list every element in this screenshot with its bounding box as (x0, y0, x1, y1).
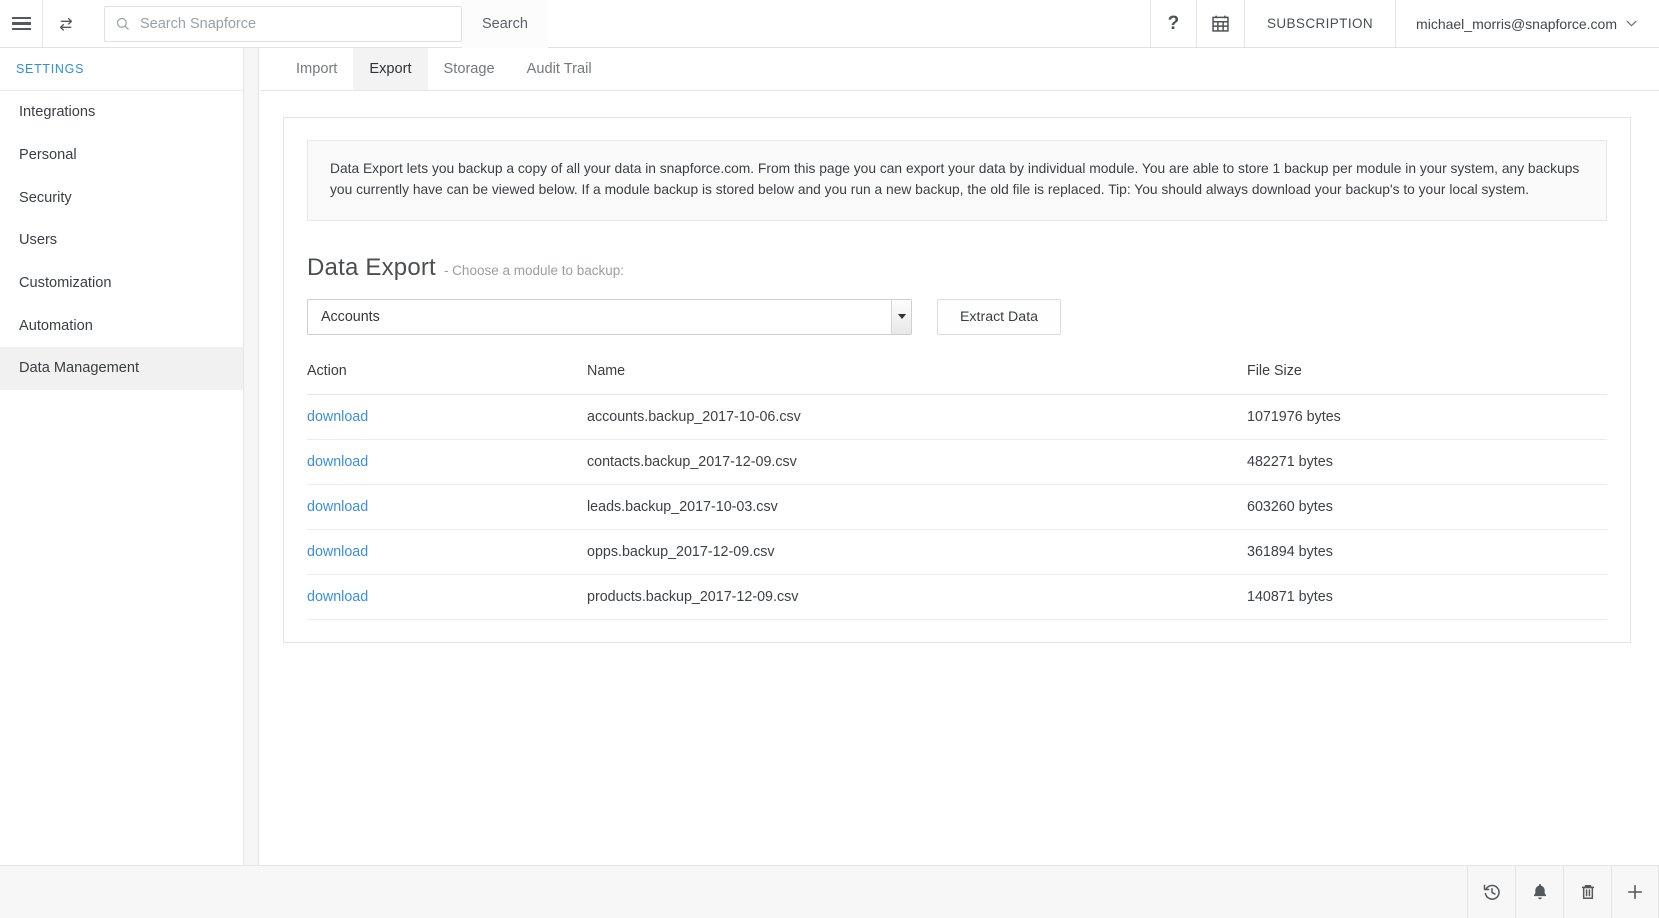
cell-file-size: 140871 bytes (1247, 574, 1607, 619)
table-row: download leads.backup_2017-10-03.csv 603… (307, 484, 1607, 529)
bell-icon (1530, 882, 1550, 902)
info-banner: Data Export lets you backup a copy of al… (307, 140, 1607, 221)
hamburger-icon (12, 17, 31, 31)
add-button[interactable] (1611, 866, 1659, 918)
top-bar: Search ? SUBSCRIPTION michael_morris@sna… (0, 0, 1659, 48)
cell-action: download (307, 574, 587, 619)
settings-sidebar: SETTINGS Integrations Personal Security … (0, 48, 244, 865)
sidebar-item-label: Security (19, 190, 72, 206)
cell-action: download (307, 394, 587, 439)
download-link[interactable]: download (307, 544, 368, 560)
search-area (88, 0, 462, 47)
table-header-row: Action Name File Size (307, 363, 1607, 395)
user-menu[interactable]: michael_morris@snapforce.com (1395, 0, 1659, 47)
sidebar-gutter (244, 48, 259, 865)
sidebar-item-label: Users (19, 232, 57, 248)
sidebar-item-automation[interactable]: Automation (0, 304, 243, 347)
cell-file-size: 1071976 bytes (1247, 394, 1607, 439)
cell-action: download (307, 529, 587, 574)
topbar-spacer (548, 0, 1150, 47)
help-button[interactable]: ? (1150, 0, 1196, 47)
search-input[interactable] (140, 16, 451, 32)
sidebar-item-integrations[interactable]: Integrations (0, 91, 243, 134)
history-button[interactable] (1467, 866, 1515, 918)
module-select-wrapper: Accounts (307, 299, 912, 335)
trash-button[interactable] (1563, 866, 1611, 918)
table-row: download opps.backup_2017-12-09.csv 3618… (307, 529, 1607, 574)
plus-icon (1625, 882, 1645, 902)
sidebar-item-customization[interactable]: Customization (0, 262, 243, 305)
cell-file-size: 603260 bytes (1247, 484, 1607, 529)
cell-action: download (307, 484, 587, 529)
cell-name: opps.backup_2017-12-09.csv (587, 529, 1247, 574)
sidebar-item-label: Integrations (19, 104, 95, 120)
tab-export[interactable]: Export (353, 48, 427, 90)
menu-button[interactable] (0, 0, 42, 47)
switch-app-button[interactable] (42, 0, 88, 47)
tab-audit-trail[interactable]: Audit Trail (511, 48, 608, 90)
download-link[interactable]: download (307, 454, 368, 470)
chevron-down-icon (1626, 20, 1637, 27)
extract-data-button[interactable]: Extract Data (937, 299, 1061, 335)
module-select[interactable]: Accounts (307, 299, 912, 335)
cell-name: leads.backup_2017-10-03.csv (587, 484, 1247, 529)
sidebar-item-label: Personal (19, 147, 77, 163)
swap-horizontal-icon (56, 16, 76, 32)
main-content: Import Export Storage Audit Trail Data E… (260, 48, 1659, 865)
tab-import[interactable]: Import (280, 48, 353, 90)
sidebar-item-label: Data Management (19, 360, 139, 376)
download-link[interactable]: download (307, 589, 368, 605)
bottom-toolbar (0, 865, 1659, 918)
table-row: download contacts.backup_2017-12-09.csv … (307, 439, 1607, 484)
cell-file-size: 361894 bytes (1247, 529, 1607, 574)
column-header-action: Action (307, 363, 587, 395)
search-icon (115, 16, 130, 31)
trash-icon (1578, 882, 1598, 902)
calendar-button[interactable] (1196, 0, 1244, 47)
cell-action: download (307, 439, 587, 484)
sidebar-item-personal[interactable]: Personal (0, 134, 243, 177)
download-link[interactable]: download (307, 409, 368, 425)
sidebar-item-users[interactable]: Users (0, 219, 243, 262)
cell-name: accounts.backup_2017-10-06.csv (587, 394, 1247, 439)
sidebar-item-label: Customization (19, 275, 111, 291)
cell-name: products.backup_2017-12-09.csv (587, 574, 1247, 619)
history-icon (1482, 882, 1502, 902)
sidebar-item-data-management[interactable]: Data Management (0, 347, 243, 390)
table-row: download accounts.backup_2017-10-06.csv … (307, 394, 1607, 439)
user-email-label: michael_morris@snapforce.com (1416, 16, 1617, 32)
cell-file-size: 482271 bytes (1247, 439, 1607, 484)
sidebar-item-security[interactable]: Security (0, 176, 243, 219)
column-header-file-size: File Size (1247, 363, 1607, 395)
section-heading: Data Export - Choose a module to backup: (307, 254, 1630, 282)
search-button[interactable]: Search (462, 0, 548, 48)
export-controls: Accounts Extract Data (307, 299, 1630, 335)
subscription-button[interactable]: SUBSCRIPTION (1244, 0, 1395, 47)
download-link[interactable]: download (307, 499, 368, 515)
calendar-icon (1210, 13, 1231, 34)
notifications-button[interactable] (1515, 866, 1563, 918)
page-title: Data Export (307, 254, 436, 282)
table-row: download products.backup_2017-12-09.csv … (307, 574, 1607, 619)
search-box[interactable] (104, 6, 462, 42)
sidebar-item-label: Automation (19, 318, 93, 334)
data-management-tabs: Import Export Storage Audit Trail (260, 48, 1659, 91)
column-header-name: Name (587, 363, 1247, 395)
question-mark-icon: ? (1168, 13, 1180, 35)
sidebar-header: SETTINGS (0, 48, 243, 91)
page-subtitle: - Choose a module to backup: (444, 263, 624, 278)
table-body: download accounts.backup_2017-10-06.csv … (307, 394, 1607, 619)
cell-name: contacts.backup_2017-12-09.csv (587, 439, 1247, 484)
export-panel: Data Export lets you backup a copy of al… (283, 117, 1631, 643)
tab-storage[interactable]: Storage (428, 48, 511, 90)
backups-table: Action Name File Size download accounts.… (307, 363, 1607, 620)
table-header: Action Name File Size (307, 363, 1607, 395)
